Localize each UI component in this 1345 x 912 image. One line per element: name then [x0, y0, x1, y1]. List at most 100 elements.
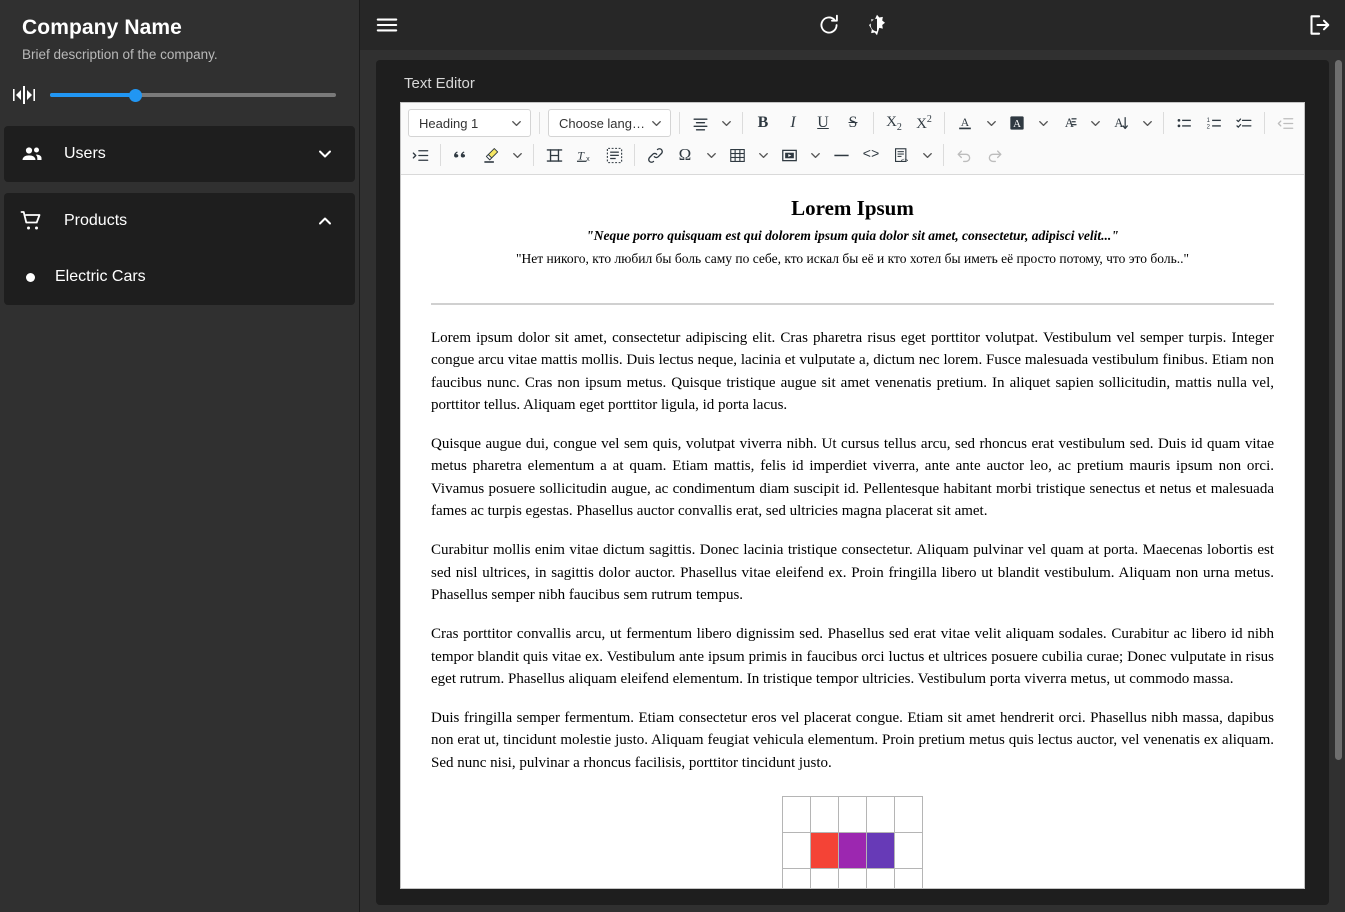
- sidebar-subitem-label: Electric Cars: [55, 268, 146, 285]
- superscript-icon[interactable]: X2: [909, 108, 939, 138]
- svg-text:1: 1: [1206, 117, 1209, 123]
- paragraph-style-dropdown[interactable]: Heading 1: [408, 109, 531, 137]
- slider-thumb[interactable]: [129, 88, 143, 102]
- font-family-icon[interactable]: A: [1054, 108, 1084, 138]
- outdent-icon[interactable]: [1270, 108, 1300, 138]
- indent-icon[interactable]: [405, 140, 435, 170]
- bulleted-list-icon[interactable]: [1169, 108, 1199, 138]
- highlight-control: [476, 140, 528, 170]
- special-character-control: Ω: [670, 140, 722, 170]
- dot-icon: [26, 272, 35, 282]
- chevron-down-icon[interactable]: [1084, 108, 1106, 138]
- code-block-icon[interactable]: <>: [886, 140, 916, 170]
- numbered-list-icon[interactable]: 1 2: [1199, 108, 1229, 138]
- paragraph-style-value: Heading 1: [419, 115, 479, 131]
- chevron-up-icon[interactable]: [315, 211, 335, 231]
- toolbar-row-2: T x Ω <> <>: [405, 139, 1300, 171]
- logout-icon[interactable]: [1305, 12, 1331, 38]
- resize-width-icon[interactable]: [12, 83, 36, 107]
- chevron-down-icon[interactable]: [315, 144, 335, 164]
- sidebar-width-slider[interactable]: [50, 88, 336, 102]
- source-code-icon[interactable]: <>: [856, 140, 886, 170]
- dark-mode-brightness-icon[interactable]: [864, 12, 890, 38]
- document-quote-latin: "Neque porro quisquam est qui dolorem ip…: [586, 228, 1119, 243]
- chevron-down-icon[interactable]: [916, 140, 938, 170]
- table-cell[interactable]: [894, 832, 923, 870]
- table-cell[interactable]: [838, 868, 867, 888]
- document-paragraph: Lorem ipsum dolor sit amet, consectetur …: [431, 330, 1274, 413]
- table-cell[interactable]: [810, 868, 839, 888]
- special-character-icon[interactable]: Ω: [670, 140, 700, 170]
- document-color-table[interactable]: [782, 796, 923, 888]
- table-cell[interactable]: [894, 796, 923, 834]
- toolbar-divider: [634, 144, 635, 166]
- insert-media-icon[interactable]: [774, 140, 804, 170]
- page-scrollbar[interactable]: [1335, 60, 1342, 902]
- table-cell[interactable]: [782, 868, 811, 888]
- font-size-icon[interactable]: A: [1106, 108, 1136, 138]
- insert-table-control: [722, 140, 774, 170]
- undo-icon[interactable]: [949, 140, 979, 170]
- background-color-icon[interactable]: A: [1002, 108, 1032, 138]
- table-cell-colored[interactable]: [810, 832, 839, 870]
- redo-icon[interactable]: [979, 140, 1009, 170]
- chevron-down-icon[interactable]: [1032, 108, 1054, 138]
- panel-title: Text Editor: [404, 75, 475, 92]
- page-break-icon[interactable]: [539, 140, 569, 170]
- main-area: Text Editor Heading 1 Choose lang… B I U…: [360, 0, 1345, 912]
- toolbar-divider: [742, 112, 743, 134]
- bold-icon[interactable]: B: [748, 108, 778, 138]
- subscript-icon[interactable]: X2: [879, 108, 909, 138]
- language-dropdown[interactable]: Choose lang…: [548, 109, 671, 137]
- slider-fill: [50, 93, 136, 97]
- table-cell[interactable]: [894, 868, 923, 888]
- table-cell[interactable]: [866, 868, 895, 888]
- table-cell[interactable]: [782, 832, 811, 870]
- table-cell-colored[interactable]: [838, 832, 867, 870]
- table-cell[interactable]: [782, 796, 811, 834]
- sidebar-item-products-label: Products: [64, 212, 128, 229]
- svg-text:T: T: [577, 148, 585, 162]
- chevron-down-icon[interactable]: [752, 140, 774, 170]
- chevron-down-icon[interactable]: [506, 140, 528, 170]
- sidebar-item-users[interactable]: Users: [4, 126, 355, 182]
- content-area: Text Editor Heading 1 Choose lang… B I U…: [360, 50, 1345, 912]
- horizontal-line-icon[interactable]: [826, 140, 856, 170]
- table-cell[interactable]: [838, 796, 867, 834]
- scrollbar-thumb[interactable]: [1335, 60, 1342, 760]
- chevron-down-icon[interactable]: [804, 140, 826, 170]
- todo-list-icon[interactable]: [1229, 108, 1259, 138]
- underline-icon[interactable]: U: [808, 108, 838, 138]
- align-center-icon[interactable]: [685, 108, 715, 138]
- document-body[interactable]: Lorem Ipsum "Neque porro quisquam est qu…: [401, 175, 1304, 888]
- remove-format-icon[interactable]: T x: [569, 140, 599, 170]
- sidebar-subitem-electric-cars[interactable]: Electric Cars: [4, 249, 355, 305]
- chevron-down-icon[interactable]: [980, 108, 1002, 138]
- insert-table-icon[interactable]: [722, 140, 752, 170]
- select-all-icon[interactable]: [599, 140, 629, 170]
- language-value: Choose lang…: [559, 115, 645, 131]
- hamburger-menu-icon[interactable]: [374, 12, 400, 38]
- toolbar-divider: [539, 112, 540, 134]
- italic-icon[interactable]: I: [778, 108, 808, 138]
- chevron-down-icon[interactable]: [1136, 108, 1158, 138]
- table-cell[interactable]: [866, 796, 895, 834]
- table-row: [782, 868, 923, 888]
- sidebar-item-products[interactable]: Products: [4, 193, 355, 249]
- document-quote-russian: "Нет никого, кто любил бы боль саму по с…: [516, 251, 1189, 266]
- chevron-down-icon[interactable]: [700, 140, 722, 170]
- strikethrough-icon[interactable]: S: [838, 108, 868, 138]
- chevron-down-icon[interactable]: [715, 108, 737, 138]
- document-horizontal-rule: [431, 303, 1274, 305]
- link-icon[interactable]: [640, 140, 670, 170]
- highlighter-icon[interactable]: [476, 140, 506, 170]
- blockquote-icon[interactable]: [446, 140, 476, 170]
- document-paragraph: Duis fringilla semper fermentum. Etiam c…: [431, 710, 1274, 771]
- table-cell[interactable]: [810, 796, 839, 834]
- font-size-control: A: [1106, 108, 1158, 138]
- font-color-icon[interactable]: A: [950, 108, 980, 138]
- document-title: Lorem Ipsum: [791, 196, 914, 220]
- refresh-icon[interactable]: [816, 12, 842, 38]
- table-cell-colored[interactable]: [866, 832, 895, 870]
